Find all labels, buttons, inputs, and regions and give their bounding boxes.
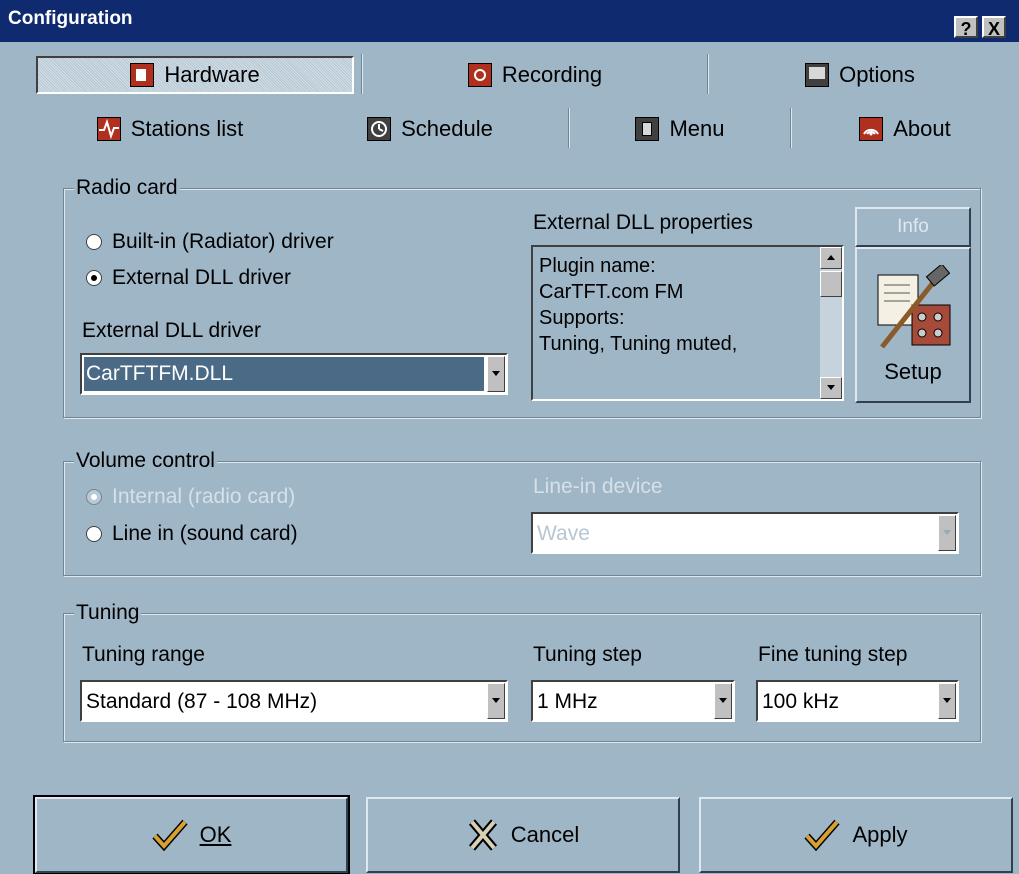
tab-separator: [790, 108, 792, 148]
cancel-button-label: Cancel: [510, 822, 580, 847]
tuning-range-value: Standard (87 - 108 MHz): [86, 690, 318, 713]
line-in-radio[interactable]: [86, 526, 102, 542]
info-button-label: Info: [897, 216, 929, 237]
schedule-icon: [367, 117, 392, 141]
properties-scrollbar[interactable]: [820, 247, 842, 399]
tab-hardware-label: Hardware: [164, 62, 260, 87]
tuning-legend: Tuning: [74, 601, 142, 625]
hardware-icon: [130, 63, 155, 87]
stations-list-icon: [96, 117, 121, 141]
properties-line: Tuning, Tuning muted,: [539, 333, 738, 355]
tab-hardware[interactable]: Hardware: [36, 56, 354, 94]
tab-options-label: Options: [839, 62, 915, 87]
tab-separator: [707, 54, 709, 94]
tab-menu-label: Menu: [669, 116, 725, 141]
dll-driver-select[interactable]: CarTFTFM.DLL: [80, 353, 508, 395]
dll-driver-value: CarTFTFM.DLL: [86, 362, 233, 385]
tuning-step-select[interactable]: 1 MHz: [531, 680, 735, 722]
dll-properties-list[interactable]: Plugin name: CarTFT.com FM Supports: Tun…: [531, 245, 844, 401]
tab-schedule-label: Schedule: [401, 116, 493, 141]
ok-button-label: OK: [199, 822, 232, 847]
close-button[interactable]: X: [982, 16, 1006, 39]
ok-button[interactable]: OK: [33, 795, 350, 874]
tab-recording-label: Recording: [501, 62, 603, 87]
tuning-step-label: Tuning step: [533, 643, 642, 666]
builtin-driver-label: Built-in (Radiator) driver: [112, 230, 334, 253]
apply-button[interactable]: Apply: [699, 797, 1013, 873]
external-driver-option[interactable]: External DLL driver: [86, 266, 291, 290]
about-icon: [859, 117, 884, 141]
builtin-driver-option[interactable]: Built-in (Radiator) driver: [86, 230, 334, 254]
line-in-device-value: Wave: [537, 522, 590, 545]
setup-button-label: Setup: [884, 359, 942, 384]
line-in-device-select[interactable]: Wave: [531, 512, 959, 554]
tab-menu[interactable]: Menu: [610, 110, 750, 148]
recording-icon: [467, 63, 492, 87]
scroll-down-icon[interactable]: [820, 377, 842, 399]
tuning-range-label: Tuning range: [82, 643, 205, 666]
fine-tuning-step-label: Fine tuning step: [758, 643, 908, 666]
tab-separator: [568, 108, 570, 148]
tab-about[interactable]: About: [840, 110, 970, 148]
help-button[interactable]: ?: [954, 16, 978, 39]
radio-card-legend: Radio card: [74, 176, 180, 200]
menu-icon: [635, 117, 660, 141]
info-button[interactable]: Info: [855, 207, 971, 247]
fine-tuning-step-select[interactable]: 100 kHz: [756, 680, 959, 722]
external-driver-label: External DLL driver: [112, 266, 291, 289]
chevron-down-icon[interactable]: [487, 356, 505, 392]
checkmark-icon: [804, 819, 841, 852]
volume-control-legend: Volume control: [74, 449, 217, 473]
cancel-button[interactable]: Cancel: [366, 797, 680, 873]
chevron-down-icon[interactable]: [938, 515, 956, 551]
tuning-step-value: 1 MHz: [537, 690, 598, 713]
external-driver-radio[interactable]: [86, 270, 102, 286]
title-bar: Configuration ? X: [0, 0, 1019, 42]
checkmark-icon: [151, 819, 188, 852]
properties-line: Supports:: [539, 307, 625, 329]
internal-volume-option[interactable]: Internal (radio card): [86, 485, 295, 509]
line-in-option[interactable]: Line in (sound card): [86, 522, 298, 546]
properties-line: CarTFT.com FM: [539, 281, 684, 303]
chevron-down-icon[interactable]: [714, 683, 732, 719]
line-in-label: Line in (sound card): [112, 522, 298, 545]
tab-options[interactable]: Options: [715, 56, 1005, 94]
dll-driver-label: External DLL driver: [82, 319, 261, 342]
chevron-down-icon[interactable]: [938, 683, 956, 719]
options-icon: [805, 63, 830, 87]
cancel-x-icon: [468, 819, 497, 851]
dll-properties-label: External DLL properties: [533, 211, 753, 234]
tab-about-label: About: [893, 116, 951, 141]
fine-tuning-step-value: 100 kHz: [762, 690, 840, 713]
tab-stations-list[interactable]: Stations list: [70, 110, 270, 148]
internal-volume-label: Internal (radio card): [112, 485, 296, 508]
internal-volume-radio[interactable]: [86, 489, 102, 505]
tuning-group: [63, 613, 981, 742]
tuning-range-select[interactable]: Standard (87 - 108 MHz): [80, 680, 508, 722]
apply-button-label: Apply: [852, 822, 908, 847]
scroll-thumb[interactable]: [820, 271, 842, 297]
tab-schedule[interactable]: Schedule: [345, 110, 515, 148]
window-title: Configuration: [8, 8, 133, 29]
setup-tools-icon: [877, 265, 951, 349]
tab-stations-list-label: Stations list: [130, 116, 244, 141]
tab-recording[interactable]: Recording: [370, 56, 700, 94]
builtin-driver-radio[interactable]: [86, 234, 102, 250]
properties-line: Plugin name:: [539, 255, 656, 277]
chevron-down-icon[interactable]: [487, 683, 505, 719]
line-in-device-label: Line-in device: [533, 475, 663, 498]
setup-button[interactable]: Setup: [855, 247, 971, 403]
scroll-up-icon[interactable]: [820, 247, 842, 269]
tab-separator: [361, 54, 363, 94]
